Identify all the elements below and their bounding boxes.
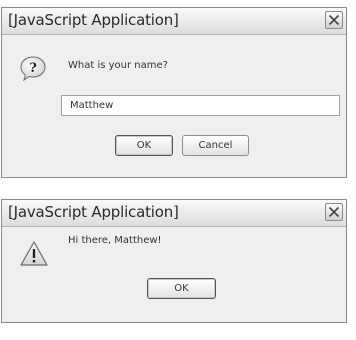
prompt-titlebar[interactable]: [JavaScript Application] [2,8,346,35]
warning-icon [20,241,48,266]
close-icon [328,206,340,218]
prompt-cancel-button[interactable]: Cancel [182,135,249,156]
prompt-ok-button[interactable]: OK [115,135,173,156]
alert-dialog: [JavaScript Application] Hi there, Matth… [1,199,347,323]
alert-ok-button[interactable]: OK [147,278,216,299]
alert-title: [JavaScript Application] [8,203,179,221]
prompt-dialog: [JavaScript Application] ? What is your … [1,7,347,178]
prompt-message: What is your name? [68,60,168,71]
alert-close-button[interactable] [325,203,343,221]
alert-message: Hi there, Matthew! [68,235,162,246]
prompt-close-button[interactable] [325,11,343,29]
name-input[interactable] [61,95,340,116]
question-icon: ? [20,56,46,82]
prompt-title: [JavaScript Application] [8,11,179,29]
close-icon [328,14,340,26]
alert-titlebar[interactable]: [JavaScript Application] [2,200,346,227]
svg-text:?: ? [29,61,37,76]
